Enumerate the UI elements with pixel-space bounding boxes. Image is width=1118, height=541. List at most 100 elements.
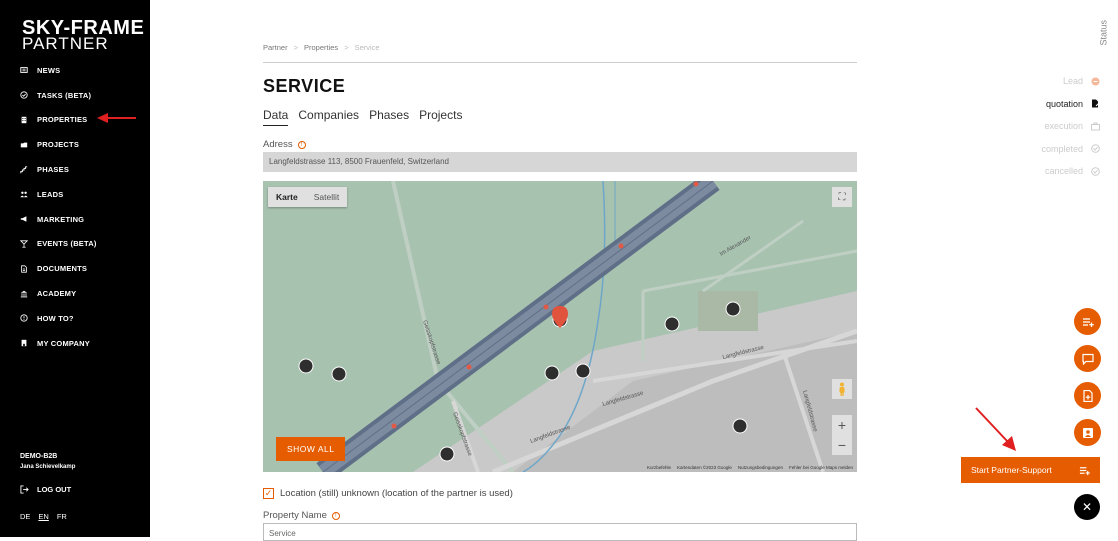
sidebar-item-label: PHASES [37,165,70,175]
sidebar-item-label: MARKETING [37,214,85,224]
contact-button[interactable] [1074,419,1101,446]
divider [263,62,857,63]
breadcrumb-partner[interactable]: Partner [263,43,288,52]
check-circle-icon [20,91,28,99]
breadcrumb-separator: > [344,43,349,52]
sidebar-item-news[interactable]: NEWS [0,58,150,83]
briefcase-icon [1091,122,1100,131]
status-quotation[interactable]: quotation [1041,93,1100,116]
info-icon[interactable]: ! [297,140,306,149]
map-type-toggle: Karte Satellit [268,187,348,207]
map-terms-link[interactable]: Nutzungsbedingungen [738,465,783,470]
sidebar-item-label: PROPERTIES [37,115,88,125]
tab-projects[interactable]: Projects [419,108,462,126]
brand-logo[interactable]: SKY-FRAME PARTNER [22,18,144,52]
map-type-karte[interactable]: Karte [268,187,306,207]
page-title: SERVICE [263,76,346,96]
help-circle-icon [20,314,28,322]
lang-en[interactable]: EN [38,512,48,521]
tab-phases[interactable]: Phases [369,108,409,126]
status-completed[interactable]: completed [1041,138,1100,161]
company-icon [20,339,28,347]
logout-button[interactable]: LOG OUT [20,485,71,494]
address-label-text: Adress [263,139,293,150]
add-document-button[interactable] [1074,382,1101,409]
status-label: execution [1044,121,1083,132]
close-button[interactable]: ✕ [1074,494,1100,520]
sidebar-item-label: HOW TO? [37,313,74,323]
status-lead[interactable]: Lead [1041,70,1100,93]
map-canvas: Geisskopfstrasse Geisskopfstrasse Im Ale… [298,181,857,472]
sidebar-item-academy[interactable]: ACADEMY [0,281,150,306]
document-add-icon [1082,389,1093,402]
status-panel-title: Status [1099,20,1109,46]
info-icon[interactable]: ! [331,511,340,520]
document-icon [20,265,28,273]
list-add-icon [1082,317,1094,327]
zoom-controls: + − [832,415,852,455]
property-name-label-text: Property Name [263,510,327,521]
sidebar-item-label: NEWS [37,65,61,75]
location-unknown-row: ✓ Location (still) unknown (location of … [263,488,513,499]
map-type-satellit[interactable]: Satellit [305,187,348,207]
account-company: DEMO-B2B [20,453,58,460]
sidebar-item-label: LEADS [37,189,64,199]
sidebar-nav: NEWS TASKS (BETA) PROPERTIES PROJECTS PH… [0,58,150,356]
sidebar-item-leads[interactable]: LEADS [0,182,150,207]
breadcrumb-current: Service [354,43,380,52]
status-label: completed [1041,143,1083,154]
sidebar-item-phases[interactable]: PHASES [0,157,150,182]
dot-icon [1091,77,1100,86]
lang-de[interactable]: DE [20,512,30,521]
sidebar-item-label: PROJECTS [37,140,80,150]
location-unknown-checkbox[interactable]: ✓ [263,488,274,499]
breadcrumb-separator: > [293,43,298,52]
logout-label: LOG OUT [37,485,72,494]
status-label: quotation [1045,98,1083,109]
contact-card-icon [1082,427,1093,438]
address-label: Adress ! [263,139,306,150]
zoom-out-button[interactable]: − [838,435,846,455]
start-partner-support-button[interactable]: Start Partner-Support [961,457,1100,483]
sidebar-item-my-company[interactable]: MY COMPANY [0,331,150,356]
account-user: Jana Schievelkamp [20,464,76,470]
map-shortcuts-link[interactable]: Kurzbefehle [647,465,671,470]
sidebar-item-projects[interactable]: PROJECTS [0,132,150,157]
account-info: DEMO-B2B Jana Schievelkamp [20,452,75,472]
sidebar-item-howto[interactable]: HOW TO? [0,306,150,331]
map-report-link[interactable]: Fehler bei Google Maps melden [789,465,853,470]
breadcrumb-properties[interactable]: Properties [304,43,338,52]
street-view-button[interactable] [832,379,852,399]
sidebar-item-label: DOCUMENTS [37,264,88,274]
sidebar-item-events[interactable]: EVENTS (BETA) [0,232,150,257]
location-unknown-label: Location (still) unknown (location of th… [280,488,513,499]
address-field[interactable]: Langfeldstrasse 113, 8500 Frauenfeld, Sw… [263,152,857,172]
sidebar-item-marketing[interactable]: MARKETING [0,207,150,232]
chat-icon [1081,353,1094,365]
tab-companies[interactable]: Companies [298,108,359,126]
newspaper-icon [20,66,28,74]
check-circle-icon [1091,166,1100,176]
megaphone-icon [20,215,28,223]
breadcrumb: Partner > Properties > Service [263,43,380,52]
sidebar-item-documents[interactable]: DOCUMENTS [0,256,150,281]
close-icon: ✕ [1081,500,1093,514]
zoom-in-button[interactable]: + [838,415,846,435]
people-icon [20,190,28,198]
property-name-input[interactable]: Service [263,523,857,541]
check-circle-icon [1091,144,1100,154]
annotation-arrow-icon [97,113,136,123]
map[interactable]: Geisskopfstrasse Geisskopfstrasse Im Ale… [263,181,857,472]
fullscreen-button[interactable]: ⛶ [832,187,852,207]
add-note-button[interactable] [1074,308,1101,335]
status-cancelled[interactable]: cancelled [1041,160,1100,183]
tab-data[interactable]: Data [263,108,289,126]
logout-icon [20,485,29,494]
show-all-button[interactable]: SHOW ALL [276,437,346,461]
sidebar-item-tasks[interactable]: TASKS (BETA) [0,83,150,108]
lang-fr[interactable]: FR [57,512,67,521]
chat-button[interactable] [1074,345,1101,372]
map-attribution: Kurzbefehle Kartendaten ©2023 Google Nut… [647,465,853,470]
support-label: Start Partner-Support [971,465,1052,475]
status-execution[interactable]: execution [1041,115,1100,138]
